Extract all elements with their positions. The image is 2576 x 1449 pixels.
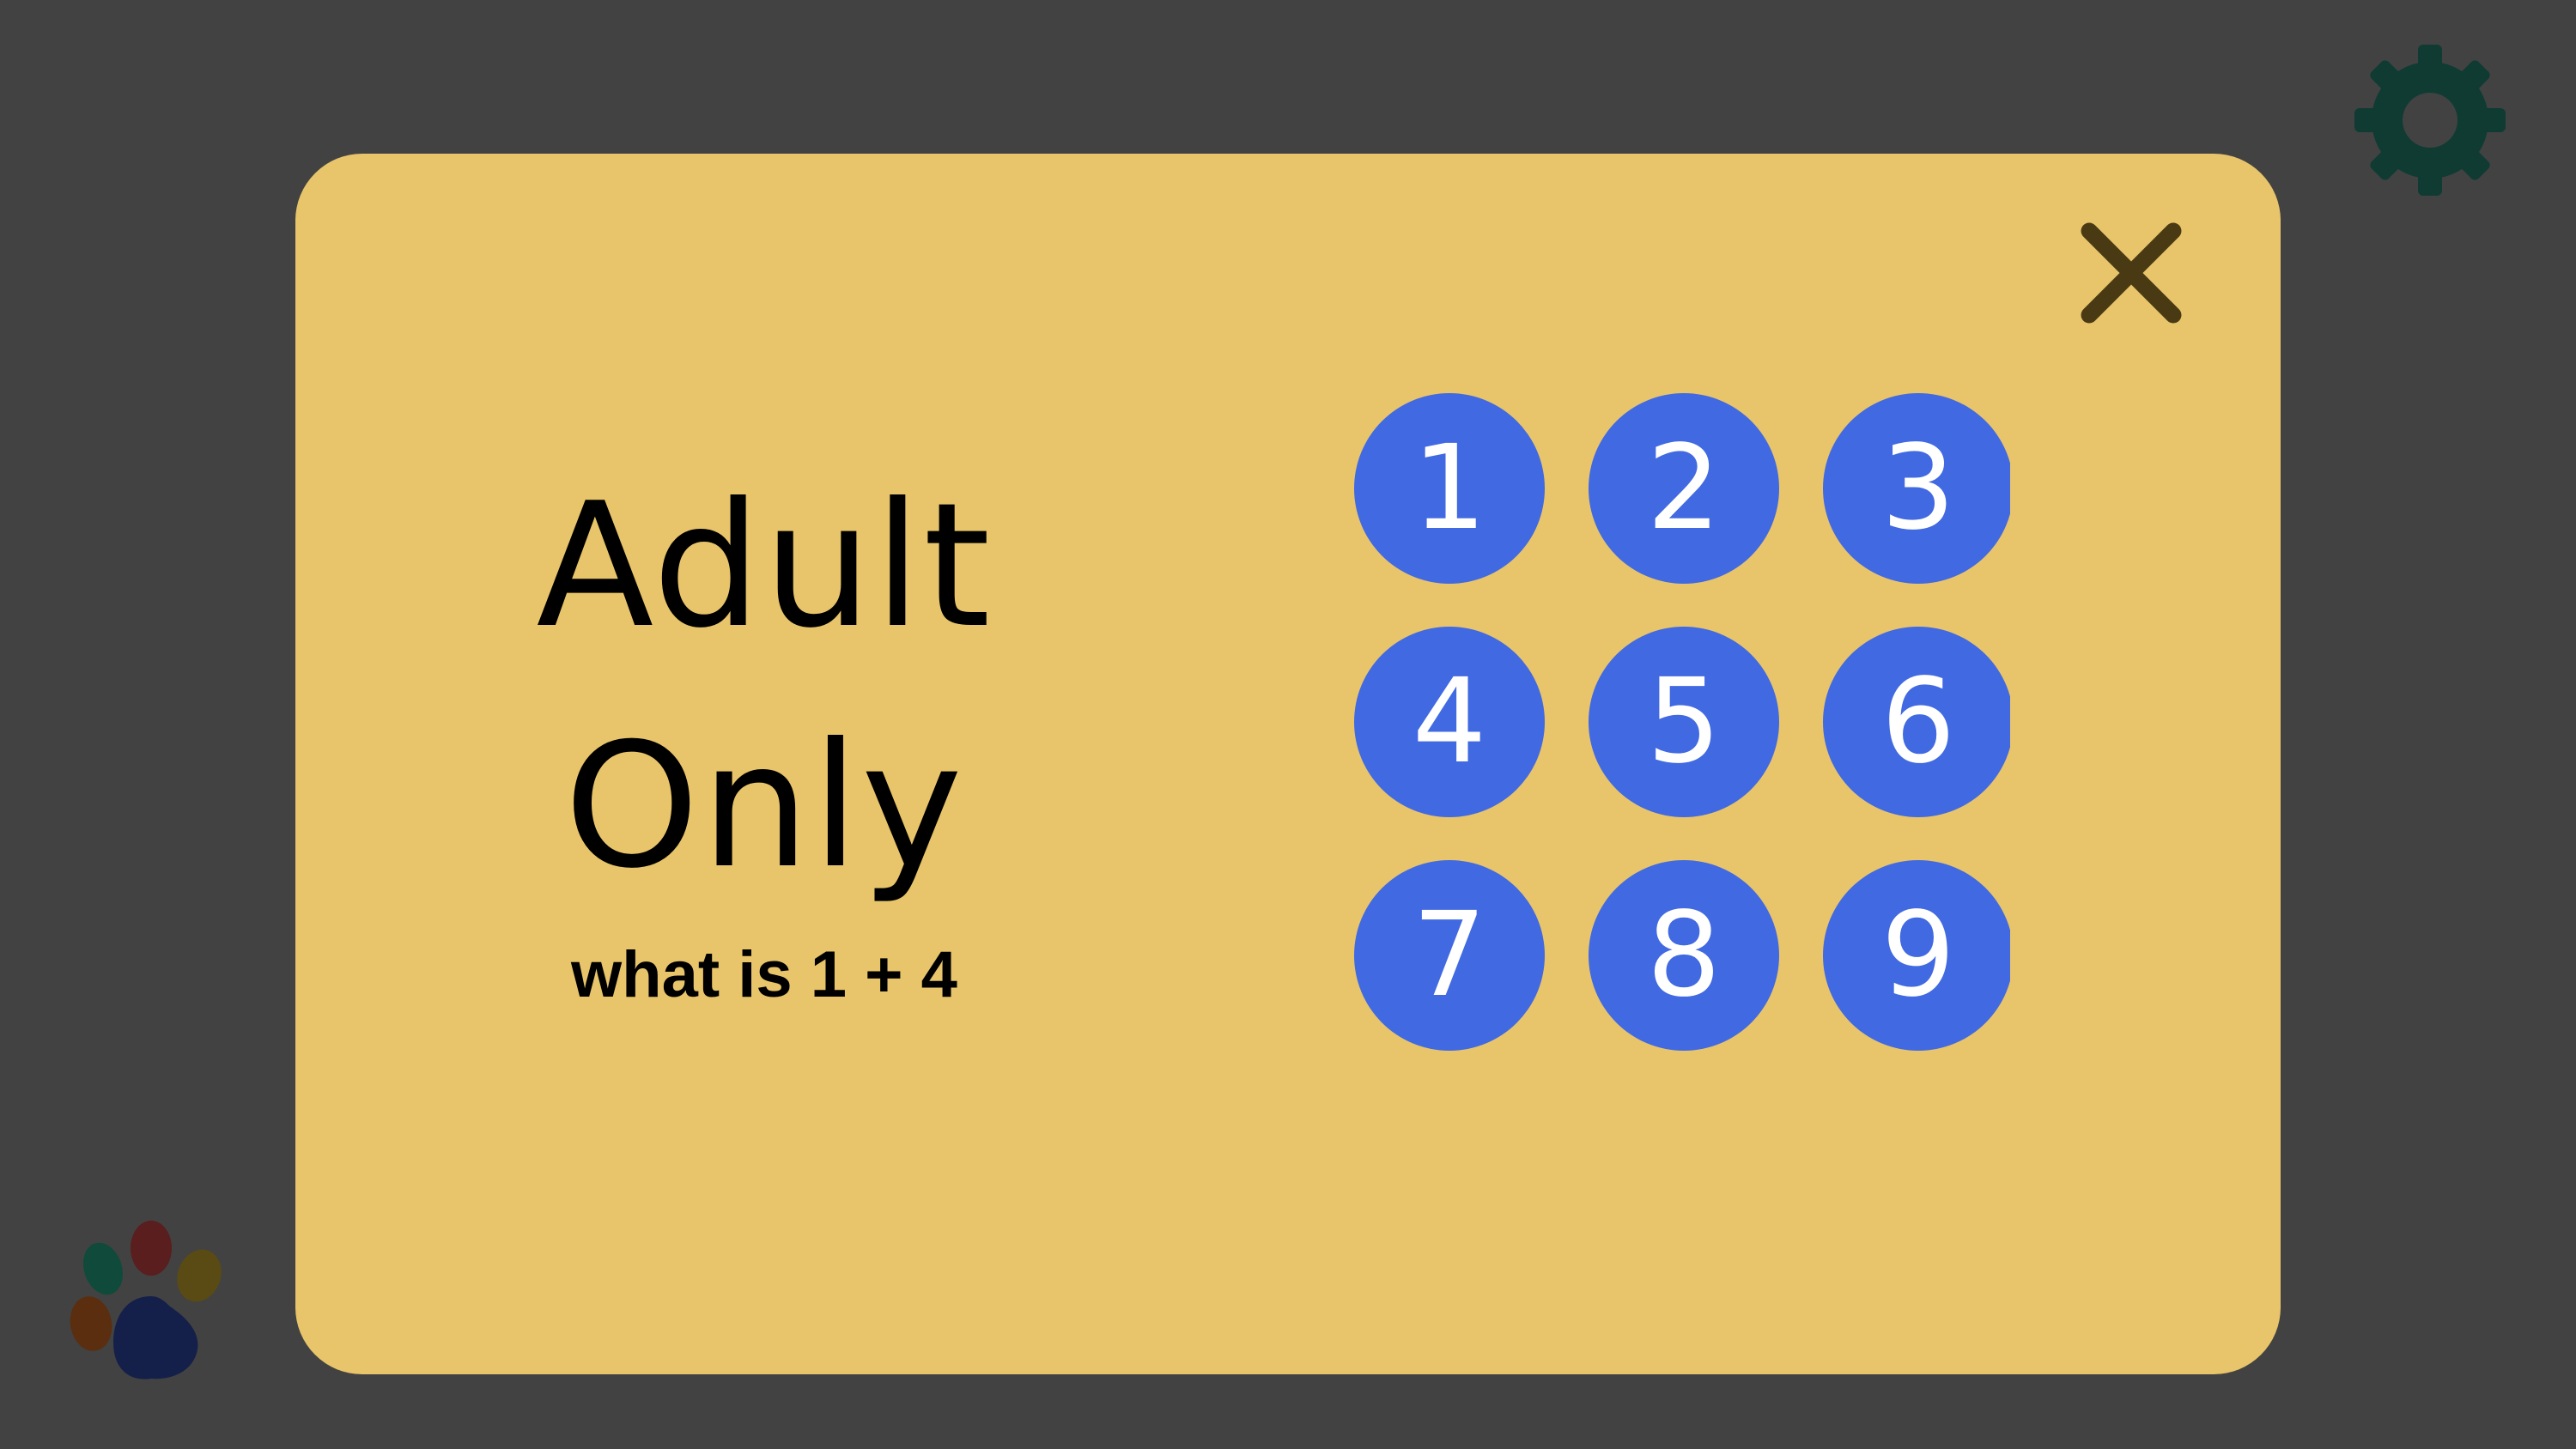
key-2[interactable]: 2 xyxy=(1589,393,1779,584)
close-button[interactable] xyxy=(2073,215,2190,331)
key-1[interactable]: 1 xyxy=(1354,393,1545,584)
adult-only-heading: Adult Only what is 1 + 4 xyxy=(481,446,1048,1018)
parental-gate-screen: Adult Only what is 1 + 4 1 2 3 4 5 6 7 8… xyxy=(0,0,2576,1449)
key-9[interactable]: 9 xyxy=(1823,860,2010,1051)
paw-logo xyxy=(65,1217,228,1389)
gear-icon xyxy=(2354,45,2506,196)
key-3[interactable]: 3 xyxy=(1823,393,2010,584)
math-question: what is 1 + 4 xyxy=(571,938,957,1011)
key-5[interactable]: 5 xyxy=(1589,627,1779,817)
key-4[interactable]: 4 xyxy=(1354,627,1545,817)
settings-button[interactable] xyxy=(2344,34,2516,206)
key-7[interactable]: 7 xyxy=(1354,860,1545,1051)
key-8[interactable]: 8 xyxy=(1589,860,1779,1051)
close-icon xyxy=(2081,222,2182,324)
title-adult: Adult xyxy=(536,466,993,666)
title-only: Only xyxy=(563,706,965,906)
paw-icon xyxy=(70,1221,222,1379)
number-keypad: 1 2 3 4 5 6 7 8 9 xyxy=(1354,393,2010,1052)
key-6[interactable]: 6 xyxy=(1823,627,2010,817)
